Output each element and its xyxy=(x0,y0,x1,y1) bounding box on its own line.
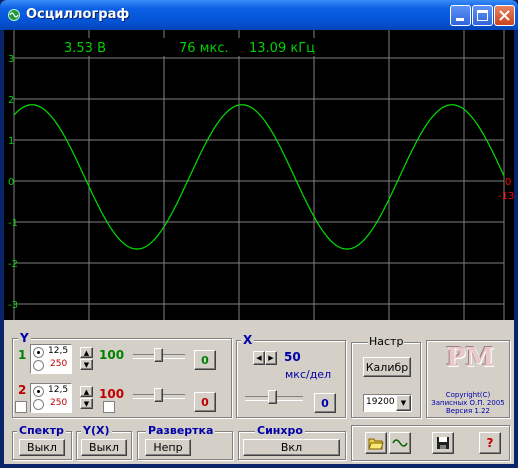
sync-toggle-button[interactable]: Вкл xyxy=(243,439,340,456)
floppy-disk-icon xyxy=(437,437,449,449)
folder-open-icon xyxy=(368,438,384,450)
ch2-gain-up[interactable]: ▲ xyxy=(80,386,93,397)
x-panel-title: X xyxy=(241,333,255,347)
signal-generator-button[interactable] xyxy=(389,432,411,454)
sync-title: Синхро xyxy=(255,424,305,437)
scope-screen[interactable]: 3 2 1 0 -1 -2 -3 0 -13 3.53 В 76 мкс. 13.09 кГц xyxy=(4,30,514,320)
ch2-range-radio-12-5[interactable] xyxy=(33,386,44,397)
y-tick-label: -3 xyxy=(8,300,18,311)
close-icon xyxy=(499,10,510,21)
yx-toggle-button[interactable]: Выкл xyxy=(81,439,127,456)
spectrum-title: Спектр xyxy=(17,424,66,437)
y-tick-label: -1 xyxy=(8,218,18,229)
ch2-offset-slider-thumb[interactable] xyxy=(154,388,163,402)
oscilloscope-app-icon xyxy=(8,9,20,21)
window-title: Осциллограф xyxy=(26,7,130,22)
ch1-gain-down[interactable]: ▼ xyxy=(80,359,93,370)
help-button[interactable]: ? xyxy=(479,432,501,454)
baud-rate-value: 19200 xyxy=(366,397,395,407)
ch1-gain-value: 100 xyxy=(99,348,125,362)
close-button[interactable] xyxy=(494,5,515,26)
copyright-line-3: Версия 1.22 xyxy=(446,407,490,415)
ch1-gain-up[interactable]: ▲ xyxy=(80,347,93,358)
ch2-range-250-label: 250 xyxy=(50,398,68,408)
maximize-icon xyxy=(477,10,488,21)
ch2-label: 2 xyxy=(18,383,27,397)
y-tick-label: 3 xyxy=(8,54,14,65)
minimize-icon xyxy=(456,18,464,21)
ch1-range-250-label: 250 xyxy=(50,359,68,369)
x-scale-unit: мкс/дел xyxy=(285,368,332,381)
ch2-offset-button[interactable]: 0 xyxy=(194,392,216,412)
x-position-button[interactable]: 0 xyxy=(314,393,336,413)
frequency-readout: 13.09 кГц xyxy=(249,41,315,56)
open-file-button[interactable] xyxy=(365,432,387,454)
ch1-offset-button[interactable]: 0 xyxy=(194,350,216,370)
ch1-offset-slider-thumb[interactable] xyxy=(154,348,163,362)
settings-title: Настр xyxy=(368,335,405,348)
ch2-gain-value: 100 xyxy=(99,387,125,401)
voltage-readout: 3.53 В xyxy=(64,41,106,56)
minimize-button[interactable] xyxy=(450,5,471,26)
ch1-range-12-5-label: 12,5 xyxy=(48,346,69,356)
ch2-invert-checkbox[interactable] xyxy=(103,401,115,413)
chevron-down-icon: ▼ xyxy=(400,399,407,407)
logo-letters: PM xyxy=(446,343,495,373)
ch1-offset-marker: 0 xyxy=(505,177,511,188)
ch1-range-radio-250[interactable] xyxy=(33,360,44,371)
save-button[interactable] xyxy=(432,432,454,454)
spectrum-toggle-button[interactable]: Выкл xyxy=(19,439,65,456)
sweep-title: Развертка xyxy=(146,424,216,437)
ch2-gain-down[interactable]: ▼ xyxy=(80,398,93,409)
copyright-line-2: Записных О.П. 2005 xyxy=(431,399,505,407)
x-scale-right[interactable]: ▶ xyxy=(265,351,277,365)
wave-icon xyxy=(392,439,408,447)
y-panel-title: Y xyxy=(18,331,31,345)
y-tick-label: -2 xyxy=(8,259,18,270)
ch2-offset-marker: -13 xyxy=(498,191,514,202)
x-scale-value: 50 xyxy=(284,350,301,364)
ch1-range-radio-12-5[interactable] xyxy=(33,347,44,358)
copyright-text: Copyright(C) Записных О.П. 2005 Версия 1… xyxy=(430,391,506,415)
copyright-line-1: Copyright(C) xyxy=(445,391,491,399)
y-tick-label: 1 xyxy=(8,136,14,147)
yx-title: Y(X) xyxy=(81,424,112,437)
signal-trace xyxy=(13,104,505,250)
ch2-range-12-5-label: 12,5 xyxy=(48,385,69,395)
y-tick-label: 2 xyxy=(8,95,14,106)
ch2-range-radio-250[interactable] xyxy=(33,399,44,410)
period-readout: 76 мкс. xyxy=(179,41,229,56)
sweep-mode-button[interactable]: Непр xyxy=(145,439,191,456)
y-tick-label: 0 xyxy=(8,177,14,188)
x-position-slider-thumb[interactable] xyxy=(268,390,277,404)
baud-rate-dropdown-button[interactable]: ▼ xyxy=(396,395,411,411)
scope-grid xyxy=(13,30,505,320)
ch2-enable-checkbox[interactable] xyxy=(15,401,27,413)
ch1-label: 1 xyxy=(18,348,27,362)
calibrate-button[interactable]: Калибр xyxy=(363,357,411,377)
x-scale-left[interactable]: ◀ xyxy=(253,351,265,365)
maximize-button[interactable] xyxy=(472,5,493,26)
